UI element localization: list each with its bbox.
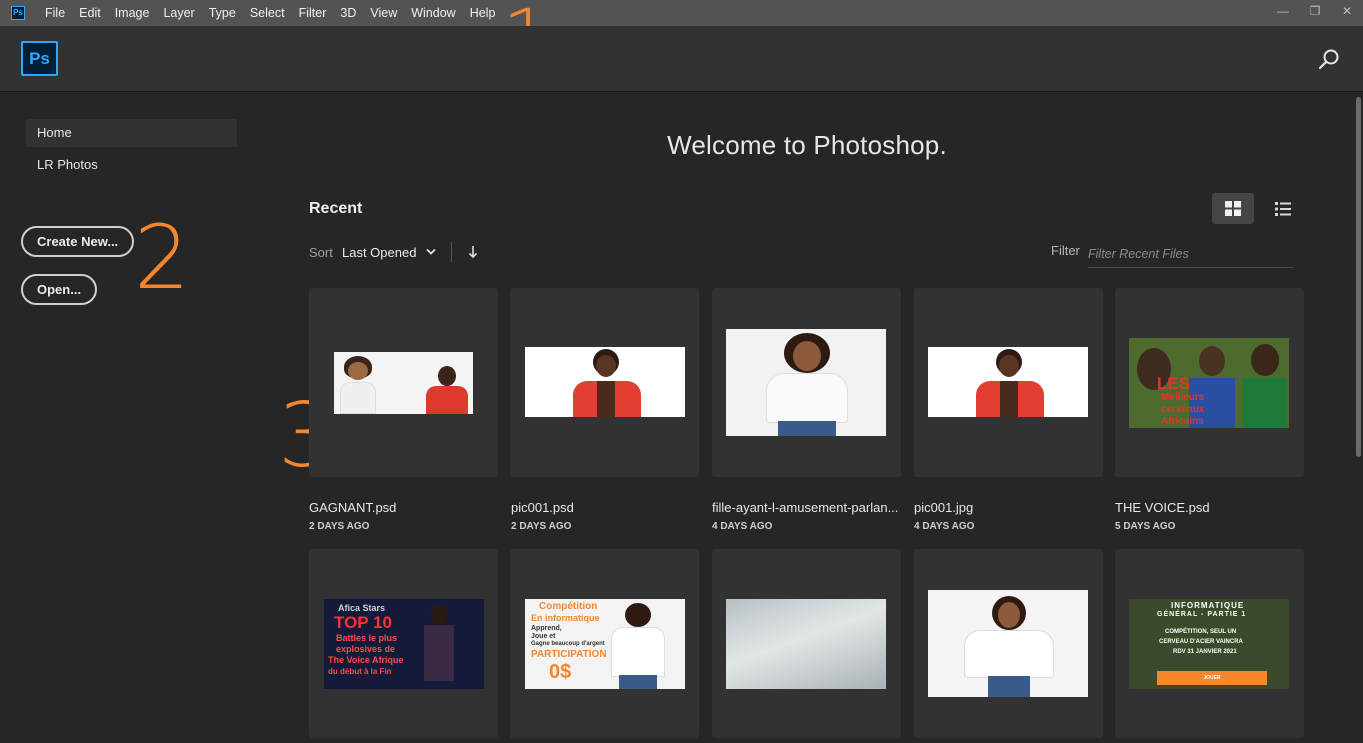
thumb-text: Battles le plus	[336, 633, 398, 643]
file-date: 4 DAYS AGO	[914, 521, 975, 532]
menu-select[interactable]: Select	[243, 0, 292, 26]
sort-direction-arrow-icon[interactable]	[466, 244, 480, 260]
search-icon	[1318, 49, 1339, 70]
file-name[interactable]: fille-ayant-l-amusement-parlan...	[712, 500, 901, 515]
create-new-button[interactable]: Create New...	[21, 226, 135, 257]
welcome-heading: Welcome to Photoshop.	[667, 130, 947, 160]
menu-window[interactable]: Window	[404, 0, 462, 26]
recent-file-card[interactable]: INFORMATIQUE GÉNÉRAL - PARTIE 1 COMPÉTIT…	[1115, 549, 1304, 738]
search-button[interactable]	[1317, 48, 1341, 72]
thumb-text: LES	[1157, 374, 1191, 393]
open-button[interactable]: Open...	[21, 274, 98, 305]
sort-label: Sort	[309, 245, 333, 260]
list-view-button[interactable]	[1262, 193, 1304, 224]
list-icon	[1275, 202, 1291, 216]
close-button[interactable]: ✕	[1331, 0, 1363, 22]
recent-file-card[interactable]	[914, 288, 1103, 477]
recent-file-card[interactable]: Compétition En informatique Apprend, Jou…	[510, 549, 699, 738]
file-thumbnail: Compétition En informatique Apprend, Jou…	[525, 599, 685, 689]
menu-file[interactable]: File	[38, 0, 72, 26]
thumb-text: Compétition	[539, 601, 598, 612]
recent-file-card[interactable]: LES Meilleurs cerveaux Africains	[1115, 288, 1304, 477]
thumb-text: Apprend,	[531, 625, 562, 632]
restore-button[interactable]: ❐	[1299, 0, 1331, 22]
sort-divider	[451, 242, 452, 262]
file-thumbnail: INFORMATIQUE GÉNÉRAL - PARTIE 1 COMPÉTIT…	[1129, 599, 1289, 689]
thumb-text: The Voice Afrique	[328, 655, 404, 665]
recent-file-card[interactable]	[712, 288, 901, 477]
thumb-text: explosives de	[336, 644, 396, 654]
ps-app-icon[interactable]: Ps	[11, 6, 25, 20]
filter-label: Filter	[1051, 243, 1080, 258]
thumb-text: cerveaux	[1161, 404, 1205, 415]
recent-file-card[interactable]	[510, 288, 699, 477]
chevron-down-icon[interactable]	[424, 246, 438, 258]
menu-layer[interactable]: Layer	[156, 0, 201, 26]
filter-recent-files-input[interactable]	[1088, 240, 1294, 268]
annotation-2: 2	[134, 206, 190, 309]
scrollbar-thumb[interactable]	[1356, 97, 1361, 457]
file-thumbnail	[928, 590, 1088, 697]
file-name[interactable]: pic001.jpg	[914, 500, 1103, 515]
grid-icon	[1225, 201, 1241, 216]
menu-bar: Ps File Edit Image Layer Type Select Fil…	[0, 0, 1363, 26]
file-thumbnail	[525, 347, 685, 417]
menu-filter[interactable]: Filter	[292, 0, 334, 26]
file-name[interactable]: THE VOICE.psd	[1115, 500, 1304, 515]
menu-edit[interactable]: Edit	[72, 0, 108, 26]
recent-file-card[interactable]	[914, 549, 1103, 738]
thumb-text: du début à la Fin	[328, 667, 392, 676]
file-thumbnail	[928, 347, 1088, 417]
thumb-text: En informatique	[531, 613, 600, 623]
sidebar: Home LR Photos Create New... Open...	[0, 93, 260, 743]
file-thumbnail	[334, 352, 473, 414]
menu-3d[interactable]: 3D	[333, 0, 363, 26]
sidebar-item-lr-photos[interactable]: LR Photos	[26, 151, 237, 179]
grid-view-button[interactable]	[1212, 193, 1254, 224]
menu-image[interactable]: Image	[108, 0, 157, 26]
sidebar-item-home[interactable]: Home	[26, 119, 237, 147]
scrollbar[interactable]	[1354, 93, 1363, 743]
recent-file-card[interactable]	[712, 549, 901, 738]
thumb-text: Africains	[1161, 416, 1204, 427]
thumb-text: PARTICIPATION	[531, 649, 607, 660]
file-name[interactable]: GAGNANT.psd	[309, 500, 498, 515]
file-name[interactable]: pic001.psd	[511, 500, 700, 515]
sort-dropdown[interactable]: Last Opened	[342, 245, 416, 260]
menu-help[interactable]: Help	[463, 0, 503, 26]
thumb-text: 0$	[549, 661, 572, 683]
file-date: 2 DAYS AGO	[309, 521, 370, 532]
thumb-text: JOUER	[1157, 671, 1267, 685]
file-thumbnail	[726, 329, 886, 436]
file-date: 4 DAYS AGO	[712, 521, 773, 532]
thumb-text: TOP 10	[334, 613, 392, 632]
file-thumbnail: Afica Stars TOP 10 Battles le plus explo…	[324, 599, 484, 689]
thumb-text: Afica Stars	[338, 603, 386, 613]
file-date: 5 DAYS AGO	[1115, 521, 1176, 532]
file-date: 2 DAYS AGO	[511, 521, 572, 532]
recent-file-card[interactable]	[309, 288, 498, 477]
file-thumbnail	[726, 599, 886, 689]
thumb-text: Meilleurs	[1161, 392, 1205, 403]
home-header: Ps	[0, 26, 1363, 92]
window-controls: — ❐ ✕	[1267, 0, 1363, 26]
thumb-text: GÉNÉRAL - PARTIE 1	[1157, 611, 1247, 618]
thumb-text: COMPÉTITION, SEUL UN	[1165, 629, 1237, 635]
photoshop-logo: Ps	[21, 41, 58, 76]
recent-heading: Recent	[309, 200, 363, 217]
thumb-text: Gagne beaucoup d'argent	[531, 641, 605, 647]
file-thumbnail: LES Meilleurs cerveaux Africains	[1129, 338, 1289, 428]
thumb-text: CERVEAU D'ACIER VAINCRA	[1159, 639, 1243, 645]
thumb-text: RDV 31 JANVIER 2021	[1173, 649, 1237, 655]
thumb-text: Joue et	[531, 633, 556, 640]
thumb-text: INFORMATIQUE	[1171, 601, 1245, 610]
recent-file-card[interactable]: Afica Stars TOP 10 Battles le plus explo…	[309, 549, 498, 738]
photoshop-window: Ps File Edit Image Layer Type Select Fil…	[0, 0, 1363, 743]
menu-view[interactable]: View	[363, 0, 404, 26]
minimize-button[interactable]: —	[1267, 0, 1299, 22]
menu-type[interactable]: Type	[202, 0, 243, 26]
